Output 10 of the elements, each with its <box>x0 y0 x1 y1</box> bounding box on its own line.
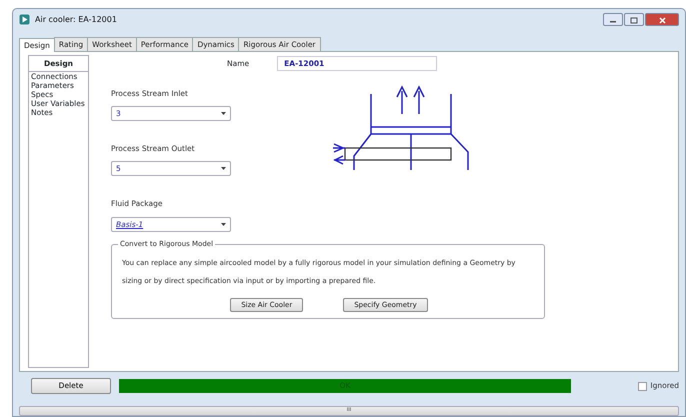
caret-icon <box>221 167 226 170</box>
caret-icon <box>221 112 226 116</box>
app-icon <box>19 14 30 26</box>
caret-icon <box>221 222 226 226</box>
maximize-icon <box>630 16 638 24</box>
window-title: Air cooler: EA-12001 <box>35 14 117 26</box>
maximize-button[interactable] <box>624 13 644 26</box>
minimize-button[interactable] <box>603 13 623 26</box>
close-icon <box>658 16 666 24</box>
close-button[interactable] <box>645 13 679 26</box>
